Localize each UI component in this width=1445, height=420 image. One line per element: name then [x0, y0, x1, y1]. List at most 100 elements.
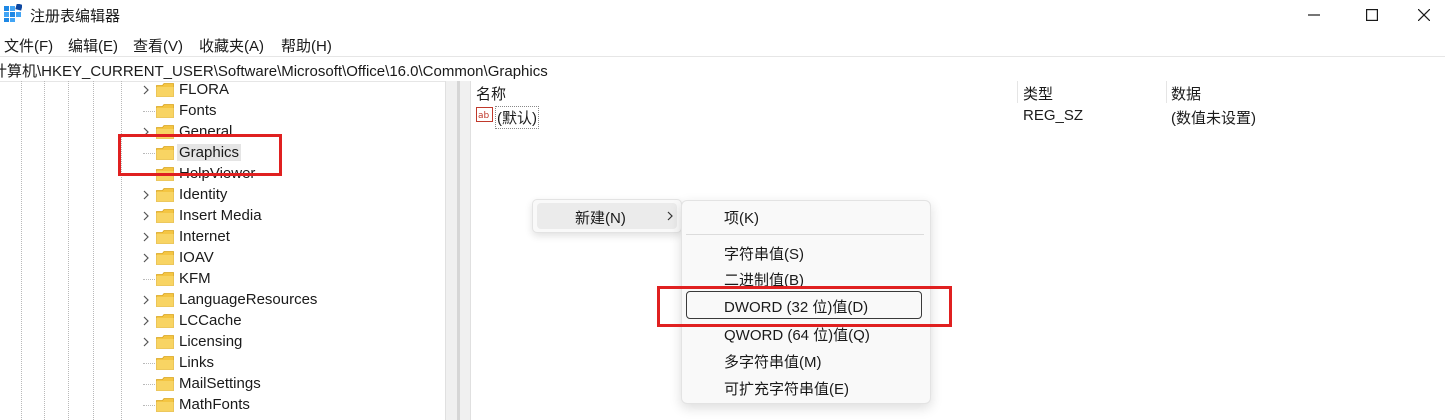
folder-icon: [156, 335, 174, 349]
chevron-right-icon: [667, 211, 673, 221]
folder-icon: [156, 209, 174, 223]
chevron-right-icon[interactable]: [140, 230, 152, 244]
close-icon: [1418, 9, 1430, 21]
tree-item-label: Licensing: [179, 333, 243, 350]
values-list[interactable]: 名称 类型 数据 ab (默认) REG_SZ (数值未设置): [471, 81, 1445, 420]
maximize-button[interactable]: [1348, 0, 1396, 30]
tree-item-label: IOAV: [179, 249, 214, 266]
folder-icon: [156, 188, 174, 202]
column-header-type[interactable]: 类型: [1023, 83, 1053, 104]
minimize-button[interactable]: [1290, 0, 1338, 30]
menu-edit[interactable]: 编辑(E): [68, 35, 118, 56]
value-name: (默认): [495, 106, 539, 129]
tree-item[interactable]: LCCache: [138, 311, 438, 332]
string-value-icon: ab: [476, 107, 493, 122]
tree-connector: [143, 111, 155, 112]
context-menu-new-label: 新建(N): [575, 210, 626, 227]
tree-connector: [143, 279, 155, 280]
menu-bar: 文件(F) 编辑(E) 查看(V) 收藏夹(A) 帮助(H): [0, 32, 1445, 56]
submenu-item-multi-string[interactable]: 多字符串值(M): [724, 351, 822, 372]
chevron-right-icon[interactable]: [140, 335, 152, 349]
tree-item-label: MailSettings: [179, 375, 261, 392]
tree-guide-line: [121, 81, 122, 420]
menu-favorites[interactable]: 收藏夹(A): [199, 35, 264, 56]
folder-icon: [156, 251, 174, 265]
maximize-icon: [1366, 9, 1378, 21]
tree-guide-line: [44, 81, 45, 420]
tree-connector: [143, 384, 155, 385]
folder-icon: [156, 293, 174, 307]
tree-item[interactable]: Identity: [138, 185, 438, 206]
folder-icon: [156, 104, 174, 118]
chevron-right-icon[interactable]: [140, 293, 152, 307]
tree-item-label: FLORA: [179, 81, 230, 98]
chevron-right-icon[interactable]: [140, 314, 152, 328]
chevron-right-icon[interactable]: [140, 209, 152, 223]
address-bar[interactable]: 计算机\HKEY_CURRENT_USER\Software\Microsoft…: [0, 56, 1445, 82]
folder-icon: [156, 83, 174, 97]
annotation-box-graphics: [118, 134, 282, 176]
submenu-item-key[interactable]: 项(K): [724, 207, 759, 228]
regedit-icon: [4, 4, 22, 22]
value-type: REG_SZ: [1023, 107, 1084, 124]
tree-item-label: Insert Media: [179, 207, 262, 224]
tree-guide-line: [68, 81, 69, 420]
chevron-right-icon[interactable]: [140, 188, 152, 202]
tree-connector: [143, 405, 155, 406]
tree-item-label: Identity: [179, 186, 228, 203]
menu-file[interactable]: 文件(F): [4, 35, 53, 56]
title-bar: 注册表编辑器: [0, 0, 1445, 32]
tree-item-label: LanguageResources: [179, 291, 318, 308]
tree-item-label: Fonts: [179, 102, 217, 119]
annotation-box-dword: [657, 286, 952, 327]
tree-item[interactable]: FLORA: [138, 81, 438, 101]
context-menu-new[interactable]: 新建(N): [537, 203, 677, 229]
column-header-name[interactable]: 名称: [476, 83, 506, 104]
folder-icon: [156, 356, 174, 370]
submenu-item-qword[interactable]: QWORD (64 位)值(Q): [724, 324, 870, 345]
tree-guide-line: [93, 81, 94, 420]
menu-help[interactable]: 帮助(H): [281, 35, 332, 56]
column-separator[interactable]: [1017, 81, 1018, 103]
tree-item-label: Internet: [179, 228, 230, 245]
tree-item[interactable]: KFM: [138, 269, 438, 290]
tree-item[interactable]: MathFonts: [138, 395, 438, 416]
tree-item[interactable]: Licensing: [138, 332, 438, 353]
tree-guide-line: [21, 81, 22, 420]
tree-item[interactable]: MailSettings: [138, 374, 438, 395]
tree-item[interactable]: IOAV: [138, 248, 438, 269]
column-header-data[interactable]: 数据: [1171, 83, 1201, 104]
tree-item[interactable]: Insert Media: [138, 206, 438, 227]
address-path[interactable]: 计算机\HKEY_CURRENT_USER\Software\Microsoft…: [0, 60, 548, 81]
tree-item[interactable]: LanguageResources: [138, 290, 438, 311]
minimize-icon: [1308, 14, 1320, 16]
pane-splitter[interactable]: [445, 81, 471, 420]
submenu-item-expandable-string[interactable]: 可扩充字符串值(E): [724, 378, 849, 399]
folder-icon: [156, 314, 174, 328]
tree-item[interactable]: Internet: [138, 227, 438, 248]
folder-icon: [156, 377, 174, 391]
value-data: (数值未设置): [1171, 110, 1256, 127]
tree-item[interactable]: Fonts: [138, 101, 438, 122]
folder-icon: [156, 272, 174, 286]
folder-icon: [156, 398, 174, 412]
tree-connector: [143, 363, 155, 364]
registry-tree[interactable]: FLORA Fonts General Graphics HelpViewer Ident…: [0, 81, 445, 420]
tree-item-label: KFM: [179, 270, 211, 287]
tree-item-label: Links: [179, 354, 215, 371]
context-menu: 新建(N): [532, 199, 682, 233]
tree-item[interactable]: Links: [138, 353, 438, 374]
svg-text:ab: ab: [478, 111, 490, 121]
close-button[interactable]: [1400, 0, 1445, 30]
list-item[interactable]: ab (默认) REG_SZ (数值未设置): [471, 105, 1445, 129]
folder-icon: [156, 230, 174, 244]
tree-item-label: MathFonts: [179, 396, 250, 413]
splitter-thumb[interactable]: [457, 81, 460, 420]
submenu-item-string[interactable]: 字符串值(S): [724, 243, 804, 264]
menu-view[interactable]: 查看(V): [133, 35, 183, 56]
window-title: 注册表编辑器: [30, 8, 121, 25]
chevron-right-icon[interactable]: [140, 251, 152, 265]
column-separator[interactable]: [1166, 81, 1167, 103]
tree-item-label: LCCache: [179, 312, 242, 329]
chevron-right-icon[interactable]: [140, 83, 152, 97]
